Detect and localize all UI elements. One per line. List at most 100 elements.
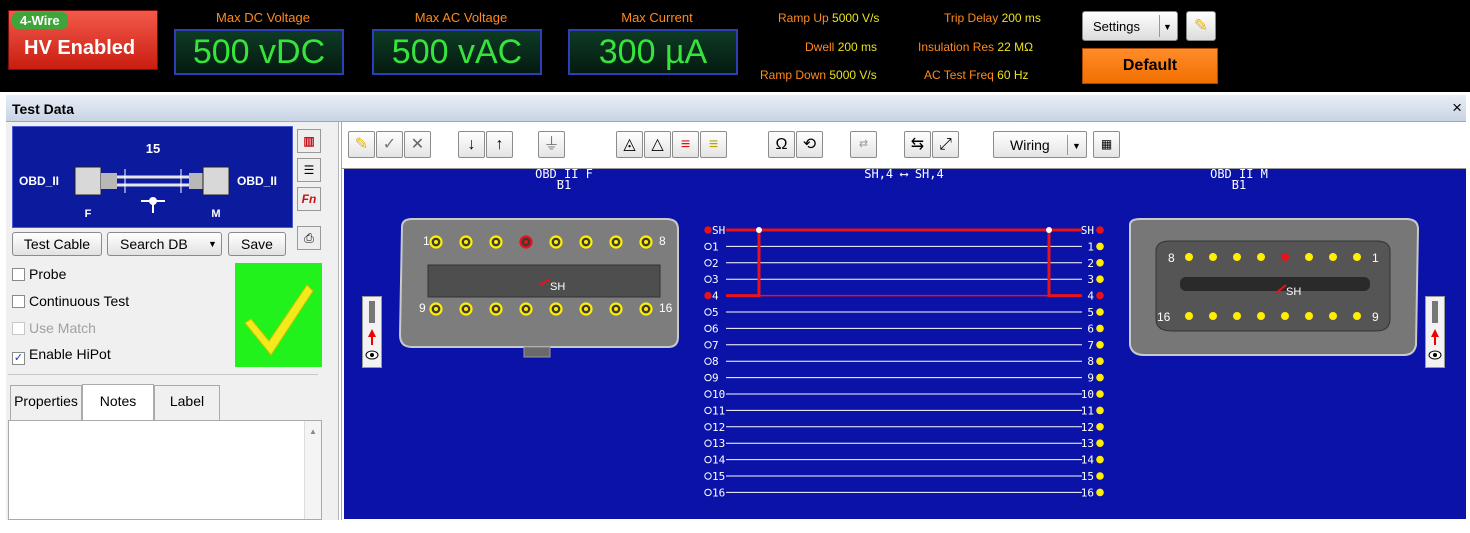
plug-icon[interactable]: ⏚: [538, 131, 565, 158]
reject-x-icon[interactable]: ✕: [404, 131, 431, 158]
wire-end-right[interactable]: [1096, 423, 1104, 431]
list-view-icon[interactable]: ☰: [297, 158, 321, 182]
wiring-report-icon[interactable]: ▥: [297, 129, 321, 153]
wire-end-right[interactable]: [1096, 357, 1104, 365]
function-icon[interactable]: Fn: [297, 187, 321, 211]
checkbox-box[interactable]: [12, 295, 25, 308]
split-icon[interactable]: ⇄: [850, 131, 877, 158]
wire-end-left[interactable]: [704, 488, 712, 497]
test-cable-button[interactable]: Test Cable: [12, 232, 102, 256]
print-icon[interactable]: ⎙: [297, 226, 321, 250]
wire-end-left[interactable]: [704, 259, 712, 267]
right-pin-10[interactable]: [1329, 312, 1337, 320]
notes-scrollbar[interactable]: ▲: [304, 421, 321, 519]
right-pin-1[interactable]: [1353, 253, 1361, 261]
wire-end-left[interactable]: [704, 423, 712, 431]
wire-end-right[interactable]: [1096, 259, 1104, 267]
left-connector-shape: [74, 166, 102, 196]
wire-end-right[interactable]: [1096, 472, 1104, 480]
red-lines-icon[interactable]: ≡: [672, 131, 699, 158]
right-pin-12[interactable]: [1281, 312, 1289, 320]
right-pin-6[interactable]: [1233, 253, 1241, 261]
wire-end-left[interactable]: [704, 390, 712, 398]
right-pin-3[interactable]: [1305, 253, 1313, 261]
wire-end-left[interactable]: [704, 291, 712, 300]
chevron-down-icon[interactable]: ▼: [1163, 22, 1172, 32]
cable-right-gender: M: [211, 208, 220, 220]
grid-icon[interactable]: ▦: [1093, 131, 1120, 158]
wire-end-right[interactable]: [1096, 341, 1104, 349]
settings-button[interactable]: Settings ▼: [1082, 11, 1178, 41]
wire-end-right[interactable]: [1096, 455, 1104, 464]
wire-end-left[interactable]: [704, 373, 712, 382]
tab-label[interactable]: Label: [154, 385, 220, 421]
tab-properties[interactable]: Properties: [10, 385, 82, 421]
default-profile-button[interactable]: Default: [1082, 48, 1218, 84]
wire-end-right[interactable]: [1096, 373, 1104, 382]
wire-end-left[interactable]: [704, 308, 712, 316]
arrow-up-icon[interactable]: ↑: [486, 131, 513, 158]
triangle-add-icon[interactable]: ◬: [616, 131, 643, 158]
continuous-test-checkbox[interactable]: Continuous Test: [12, 293, 129, 309]
wire-end-right[interactable]: [1096, 291, 1104, 300]
wire-end-left[interactable]: [704, 324, 712, 333]
wire-end-right[interactable]: [1096, 439, 1104, 448]
wire-label-left: 13: [712, 437, 725, 450]
enable-hipot-checkbox[interactable]: ✓ Enable HiPot: [12, 346, 111, 365]
right-pin-13[interactable]: [1257, 312, 1265, 320]
accept-check-icon[interactable]: ✓: [376, 131, 403, 158]
wire-end-left[interactable]: [704, 226, 712, 234]
wire-end-right[interactable]: [1096, 308, 1104, 316]
triangle-icon[interactable]: △: [644, 131, 671, 158]
close-icon[interactable]: ×: [1452, 98, 1462, 118]
wire-end-left[interactable]: [704, 406, 712, 415]
arrow-down-icon[interactable]: ↓: [458, 131, 485, 158]
wire-end-left[interactable]: [704, 357, 712, 365]
wire-1: 11: [704, 240, 1104, 253]
wire-end-left[interactable]: [704, 341, 712, 349]
right-pin-4[interactable]: [1281, 253, 1289, 261]
right-pin-5[interactable]: [1257, 253, 1265, 261]
right-pin-9[interactable]: [1353, 312, 1361, 320]
wiring-view-select[interactable]: Wiring ▼: [993, 131, 1087, 158]
wire-end-left[interactable]: [704, 455, 712, 464]
checkbox-box[interactable]: [12, 268, 25, 281]
swap-icon[interactable]: ⇆: [904, 131, 931, 158]
expand-icon[interactable]: ⤢: [932, 131, 959, 158]
cable-thumbnail[interactable]: 15 OBD_II OBD_II F M: [12, 126, 293, 228]
wire-end-right[interactable]: [1096, 390, 1104, 398]
right-pin-16[interactable]: [1185, 312, 1193, 320]
wire-3: 33: [704, 273, 1104, 286]
right-pin-14[interactable]: [1233, 312, 1241, 320]
tab-notes[interactable]: Notes: [82, 384, 154, 422]
test-data-titlebar: Test Data ×: [6, 95, 1466, 122]
wire-end-right[interactable]: [1096, 242, 1104, 251]
yellow-lines-icon[interactable]: ≡: [700, 131, 727, 158]
wire-end-left[interactable]: [704, 472, 712, 480]
edit-settings-pencil-icon[interactable]: ✎: [1186, 11, 1216, 41]
right-pin-15[interactable]: [1209, 312, 1217, 320]
right-pin-7[interactable]: [1209, 253, 1217, 261]
wire-end-left[interactable]: [704, 242, 712, 251]
chevron-down-icon[interactable]: ▼: [208, 233, 217, 255]
wire-end-right[interactable]: [1096, 406, 1104, 415]
wire-end-right[interactable]: [1096, 275, 1104, 283]
checkbox-box[interactable]: ✓: [12, 352, 25, 365]
save-button[interactable]: Save: [228, 232, 286, 256]
ohm-icon[interactable]: Ω: [768, 131, 795, 158]
right-pin-11[interactable]: [1305, 312, 1313, 320]
right-pin-2[interactable]: [1329, 253, 1337, 261]
edit-pencil-icon[interactable]: ✎: [348, 131, 375, 158]
notes-textarea[interactable]: ▲: [8, 420, 322, 520]
scroll-up-icon[interactable]: ▲: [309, 427, 317, 436]
wire-end-left[interactable]: [704, 439, 712, 447]
wire-end-left[interactable]: [704, 275, 712, 283]
chevron-down-icon[interactable]: ▼: [1072, 141, 1081, 151]
search-db-button[interactable]: Search DB ▼: [107, 232, 222, 256]
probe-checkbox[interactable]: Probe: [12, 266, 66, 282]
right-pin-8[interactable]: [1185, 253, 1193, 261]
wire-end-right[interactable]: [1096, 226, 1104, 234]
refresh-icon[interactable]: ⟲: [796, 131, 823, 158]
wire-end-right[interactable]: [1096, 324, 1104, 333]
wire-end-right[interactable]: [1096, 488, 1104, 497]
